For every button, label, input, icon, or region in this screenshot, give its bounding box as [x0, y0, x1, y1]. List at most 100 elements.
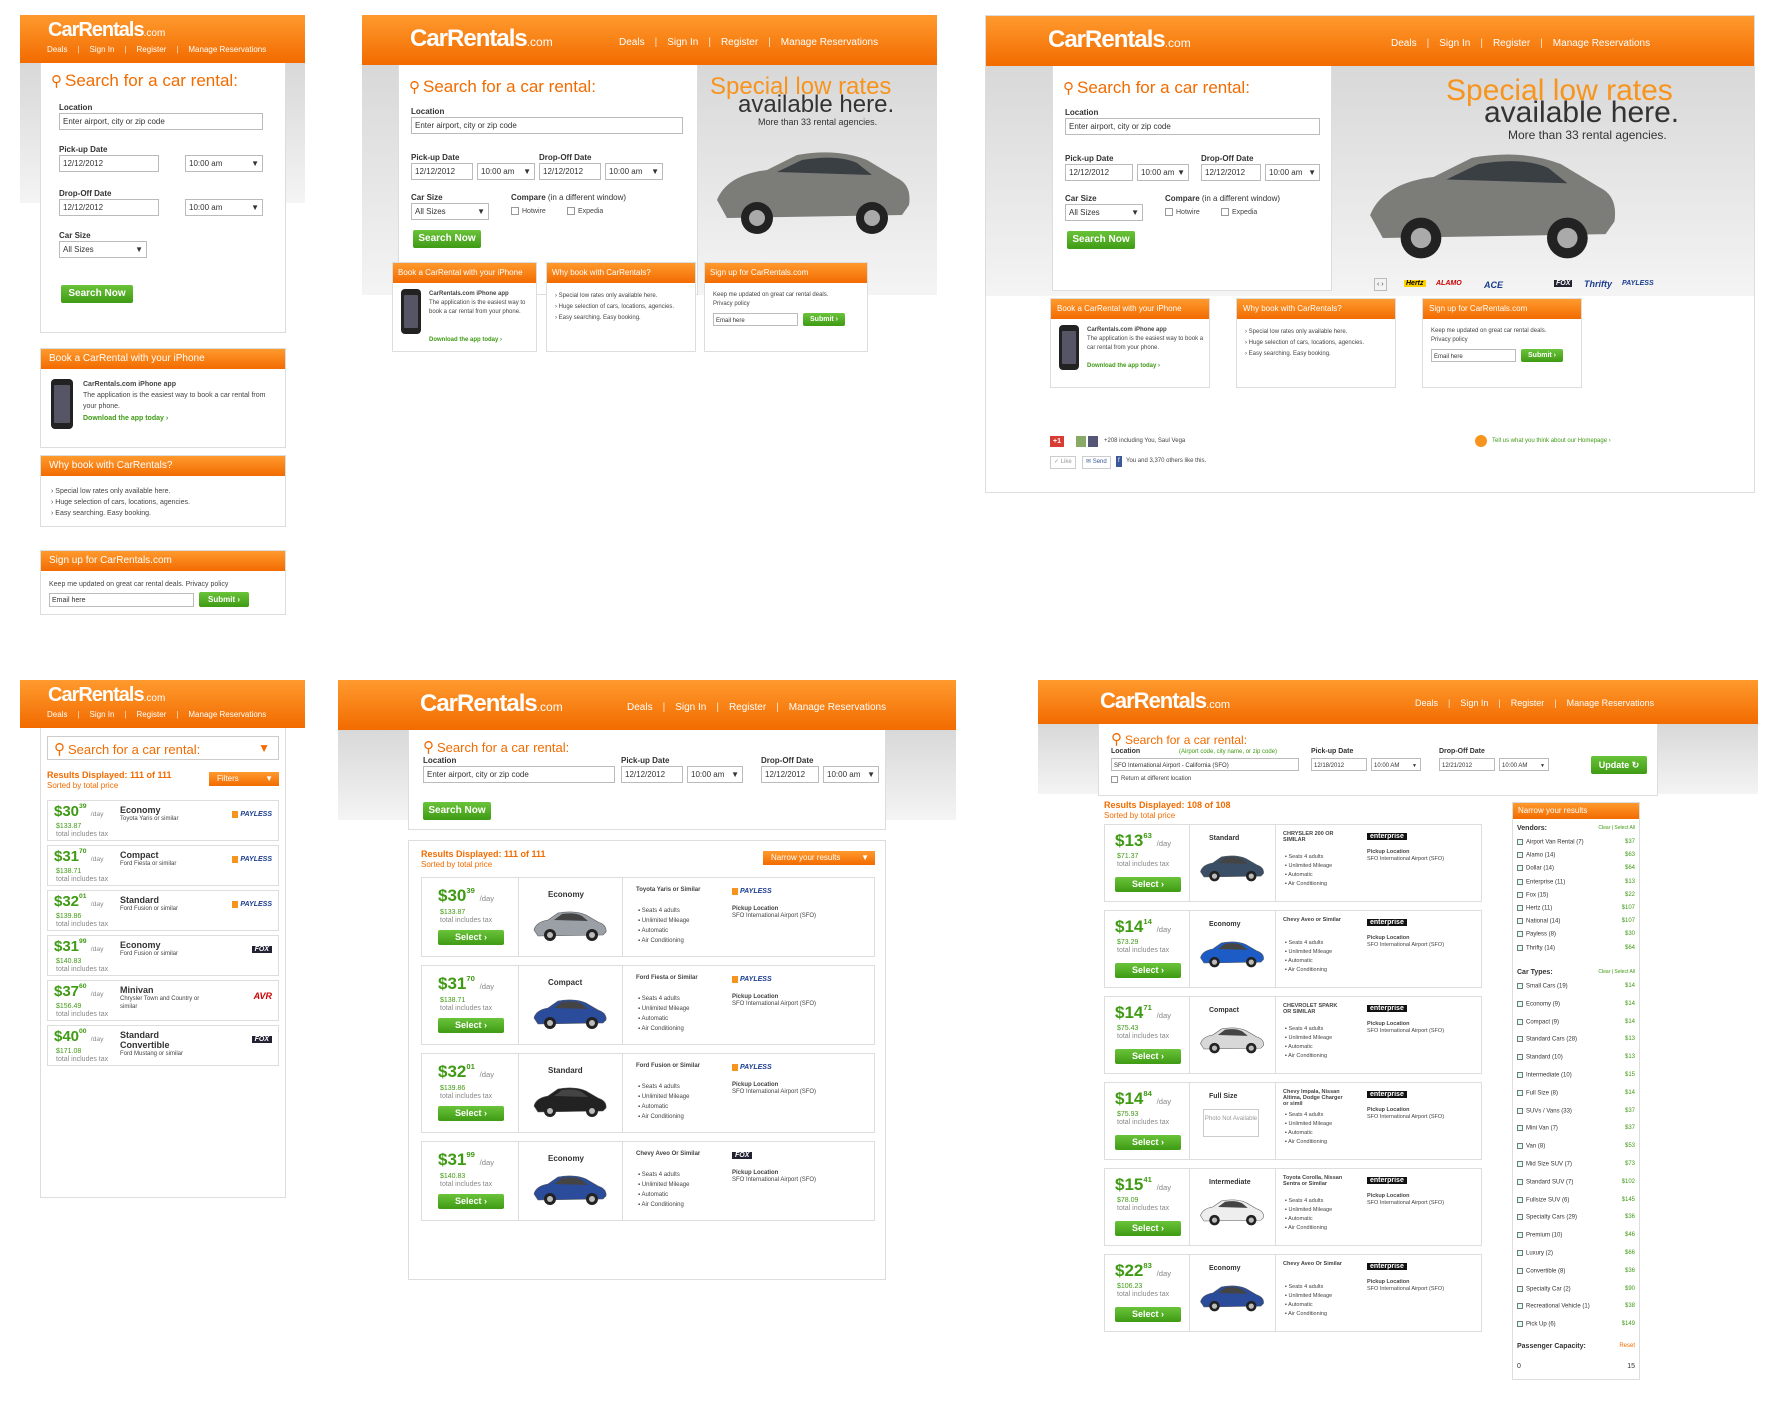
list-item[interactable]: $1363 /day $71.37 total includes tax Select…: [1104, 824, 1482, 902]
carsize-select[interactable]: All Sizes ▼: [411, 203, 489, 220]
dropoff-time-select[interactable]: 10:00 am ▼: [823, 766, 879, 783]
filter-option[interactable]: Alamo (14) $63: [1517, 852, 1635, 859]
filter-option[interactable]: SUVs / Vans (33) $37: [1517, 1107, 1635, 1114]
nav-deals[interactable]: Deals: [619, 37, 645, 48]
filter-option[interactable]: Economy (9) $14: [1517, 1000, 1635, 1007]
dropoff-date-input[interactable]: 12/21/2012: [1439, 758, 1495, 771]
nav-deals[interactable]: Deals: [1391, 38, 1417, 49]
select-button[interactable]: Select ›: [1115, 1135, 1181, 1150]
nav-sign-in[interactable]: Sign In: [1439, 38, 1470, 49]
filter-option[interactable]: Specialty Cars (29) $36: [1517, 1214, 1635, 1221]
list-item[interactable]: $3201 /day $139.86 total includes tax Selec…: [421, 1053, 875, 1133]
checkbox[interactable]: [1517, 1321, 1523, 1328]
pickup-date-input[interactable]: 12/12/2012: [411, 163, 473, 180]
dropoff-time-select[interactable]: 10:00 AM ▼: [1499, 758, 1549, 771]
dropoff-time-select[interactable]: 10:00 am ▼: [185, 199, 263, 216]
nav-deals[interactable]: Deals: [47, 45, 67, 54]
list-item[interactable]: $3039 /day $133.87 total includes tax Econo…: [47, 800, 279, 841]
checkbox[interactable]: [1517, 1018, 1523, 1025]
location-input[interactable]: Enter airport, city or zip code: [411, 117, 683, 134]
checkbox[interactable]: [1517, 944, 1523, 951]
checkbox[interactable]: [1517, 1125, 1523, 1132]
select-button[interactable]: Select ›: [438, 1194, 504, 1209]
logo[interactable]: CarRentals.com: [420, 690, 563, 718]
download-app-link[interactable]: Download the app today ›: [83, 413, 168, 424]
submit-button[interactable]: Submit ›: [1521, 349, 1563, 362]
checkbox[interactable]: [1517, 1178, 1523, 1185]
logo[interactable]: CarRentals.com: [1100, 688, 1230, 714]
send-button[interactable]: ✉ Send: [1082, 456, 1111, 469]
checkbox[interactable]: [1517, 1107, 1523, 1114]
pickup-time-select[interactable]: 10:00 am ▼: [687, 766, 743, 783]
location-input[interactable]: SFO International Airport - California (…: [1111, 758, 1299, 771]
select-button[interactable]: Select ›: [1115, 1221, 1181, 1236]
email-field[interactable]: Email here: [713, 313, 798, 326]
checkbox[interactable]: [1517, 1267, 1523, 1274]
checkbox[interactable]: [1517, 1303, 1523, 1310]
list-item[interactable]: $3201 /day $139.86 total includes tax Stand…: [47, 890, 279, 931]
checkbox[interactable]: [1517, 891, 1523, 898]
nav-sign-in[interactable]: Sign In: [675, 702, 706, 713]
checkbox[interactable]: [1517, 918, 1523, 925]
filter-option[interactable]: National (14) $107: [1517, 918, 1635, 925]
checkbox[interactable]: [1517, 1161, 1523, 1167]
checkbox[interactable]: [1517, 1000, 1523, 1007]
pickup-date-input[interactable]: 12/12/2012: [59, 155, 159, 172]
nav-deals[interactable]: Deals: [627, 702, 653, 713]
filter-option[interactable]: Hertz (11) $107: [1517, 905, 1635, 912]
dropoff-time-select[interactable]: 10:00 am ▼: [1265, 164, 1320, 181]
pickup-time-select[interactable]: 10:00 am ▼: [477, 163, 535, 180]
hotwire-checkbox[interactable]: [1165, 208, 1173, 216]
dropoff-date-input[interactable]: 12/12/2012: [761, 766, 819, 783]
filter-option[interactable]: Standard Cars (28) $13: [1517, 1036, 1635, 1043]
nav-sign-in[interactable]: Sign In: [90, 710, 115, 719]
checkbox[interactable]: [1517, 1089, 1523, 1096]
download-app-link[interactable]: Download the app today ›: [1087, 361, 1160, 372]
nav-register[interactable]: Register: [729, 702, 766, 713]
list-item[interactable]: $4000 /day $171.08 total includes tax Stand…: [47, 1025, 279, 1066]
search-now-button[interactable]: Search Now: [423, 802, 491, 820]
filter-option[interactable]: Fullsize SUV (6) $145: [1517, 1196, 1635, 1203]
filter-option[interactable]: Pick Up (6) $149: [1517, 1321, 1635, 1328]
location-input[interactable]: Enter airport, city or zip code: [1065, 118, 1320, 135]
dropoff-date-input[interactable]: 12/12/2012: [59, 199, 159, 216]
pickup-date-input[interactable]: 12/12/2012: [621, 766, 683, 783]
filter-option[interactable]: Full Size (8) $14: [1517, 1089, 1635, 1096]
nav-register[interactable]: Register: [137, 710, 167, 719]
filter-option[interactable]: Premium (10) $46: [1517, 1232, 1635, 1239]
list-item[interactable]: $3170 /day $138.71 total includes tax Selec…: [421, 965, 875, 1045]
search-now-button[interactable]: Search Now: [61, 285, 133, 303]
nav-register[interactable]: Register: [1511, 698, 1545, 708]
carsize-select[interactable]: All Sizes ▼: [1065, 204, 1143, 221]
checkbox[interactable]: [1517, 1232, 1523, 1239]
nav-manage-reservations[interactable]: Manage Reservations: [1567, 698, 1655, 708]
list-item[interactable]: $2283 /day $106.23 total includes tax Selec…: [1104, 1254, 1482, 1332]
filter-option[interactable]: Intermediate (10) $15: [1517, 1072, 1635, 1079]
filter-option[interactable]: Fox (15) $22: [1517, 891, 1635, 898]
search-collapsed[interactable]: ⚲ Search for a car rental: ▼: [47, 736, 279, 760]
nav-deals[interactable]: Deals: [47, 710, 67, 719]
checkbox[interactable]: [1517, 839, 1523, 845]
filter-option[interactable]: Van (8) $53: [1517, 1143, 1635, 1150]
select-button[interactable]: Select ›: [1115, 877, 1181, 892]
list-item[interactable]: $1541 /day $78.09 total includes tax Select…: [1104, 1168, 1482, 1246]
logo[interactable]: CarRentals.com: [48, 19, 165, 42]
logo[interactable]: CarRentals.com: [410, 25, 553, 53]
filters-button[interactable]: Filters ▼: [209, 772, 279, 786]
list-item[interactable]: $3760 /day $156.49 total includes tax Miniv…: [47, 980, 279, 1021]
checkbox[interactable]: [1517, 1214, 1523, 1221]
like-button[interactable]: ✓ Like: [1050, 456, 1076, 469]
nav-sign-in[interactable]: Sign In: [1460, 698, 1488, 708]
submit-button[interactable]: Submit ›: [803, 313, 845, 326]
nav-register[interactable]: Register: [137, 45, 167, 54]
checkbox[interactable]: [1517, 852, 1523, 859]
filter-option[interactable]: Mini Van (7) $37: [1517, 1125, 1635, 1132]
clear-select-all-link[interactable]: Clear | Select All: [1598, 969, 1635, 975]
filter-option[interactable]: Dollar (14) $64: [1517, 865, 1635, 872]
nav-manage-reservations[interactable]: Manage Reservations: [781, 37, 878, 48]
filter-option[interactable]: Mid Size SUV (7) $73: [1517, 1161, 1635, 1168]
list-item[interactable]: $3199 /day $140.83 total includes tax Selec…: [421, 1141, 875, 1221]
filter-option[interactable]: Payless (8) $30: [1517, 931, 1635, 938]
nav-manage-reservations[interactable]: Manage Reservations: [1553, 38, 1650, 49]
checkbox[interactable]: [1517, 905, 1523, 911]
